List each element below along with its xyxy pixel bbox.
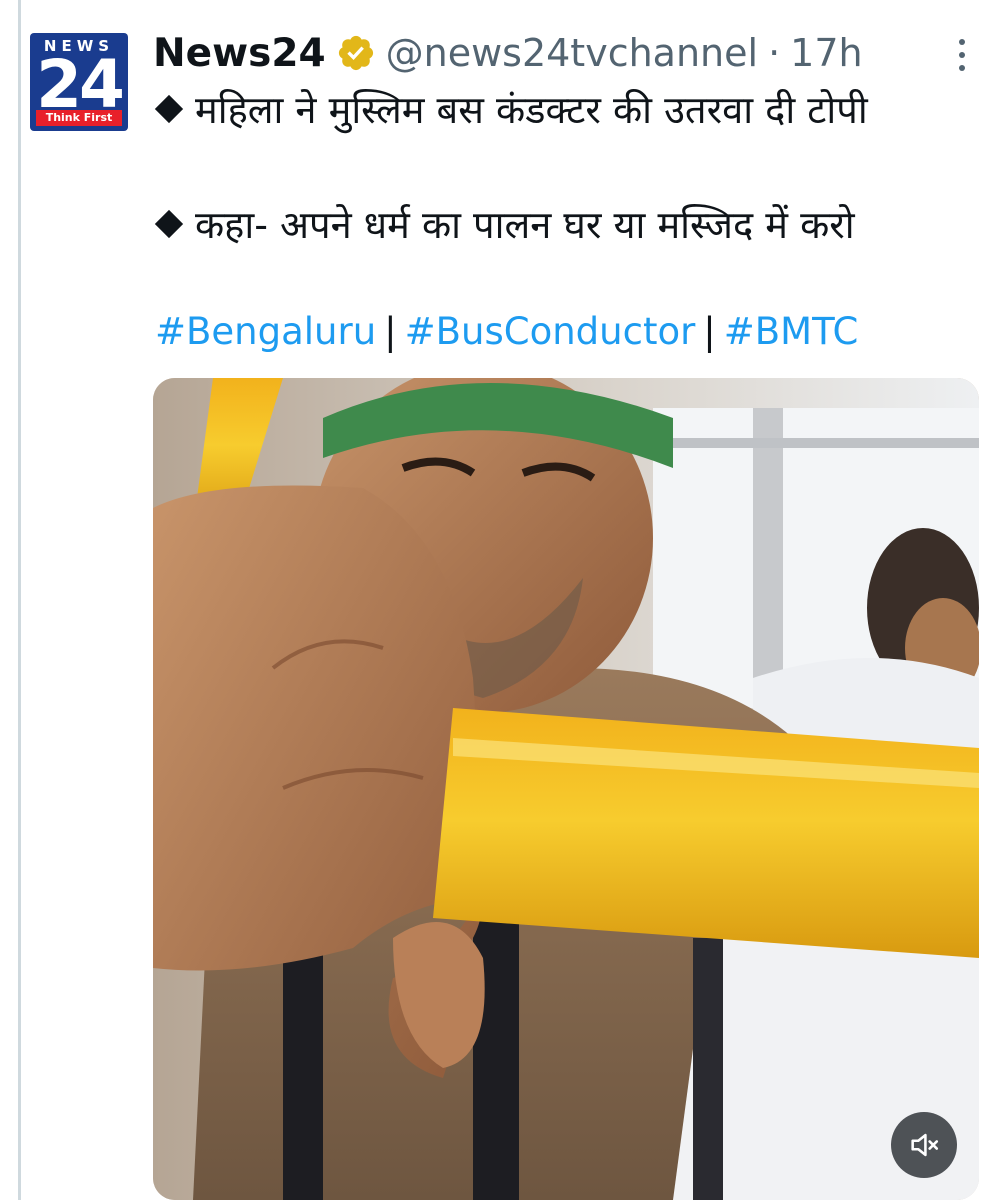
hashtag-separator: | <box>384 310 397 353</box>
tweet-line-2-text: कहा- अपने धर्म का पालन घर या मस्जिद में … <box>195 203 855 247</box>
more-options-icon[interactable] <box>942 30 982 80</box>
muted-speaker-icon[interactable] <box>891 1112 957 1178</box>
hashtag-link[interactable]: #BMTC <box>724 310 859 353</box>
hashtag-link[interactable]: #Bengaluru <box>155 310 376 353</box>
display-name[interactable]: News24 <box>153 31 326 76</box>
timestamp[interactable]: 17h <box>790 31 862 75</box>
tweet-header: News24 @news24tvchannel · 17h <box>153 25 863 81</box>
handle[interactable]: @news24tvchannel <box>386 31 758 75</box>
video-player[interactable] <box>153 378 979 1200</box>
hashtag-link[interactable]: #BusConductor <box>405 310 696 353</box>
tweet[interactable]: NEWS 24 Think First News24 @news24tvchan… <box>0 0 1007 1200</box>
tweet-text-line-2: कहा- अपने धर्म का पालन घर या मस्जिद में … <box>154 198 855 250</box>
more-dot <box>959 65 965 71</box>
diamond-bullet-icon <box>154 94 184 123</box>
tweet-line-1-text: महिला ने मुस्लिम बस कंडक्टर की उतरवा दी … <box>195 88 868 132</box>
video-frame <box>153 378 979 1200</box>
hashtag-separator: | <box>703 310 716 353</box>
avatar-tagline: Think First <box>36 110 122 126</box>
hashtag-row: #Bengaluru | #BusConductor | #BMTC <box>155 310 858 353</box>
tweet-text-line-1: महिला ने मुस्लिम बस कंडक्टर की उतरवा दी … <box>154 83 868 135</box>
more-dot <box>959 39 965 45</box>
diamond-bullet-icon <box>154 209 184 238</box>
speaker-muted-glyph <box>911 1133 939 1157</box>
thread-line <box>18 0 21 1200</box>
id-lanyard <box>693 938 723 1200</box>
more-dot <box>959 52 965 58</box>
window-frame <box>653 438 979 448</box>
header-separator: · <box>768 31 781 75</box>
id-lanyard <box>283 938 323 1200</box>
gold-verified-icon[interactable] <box>336 33 376 73</box>
avatar[interactable]: NEWS 24 Think First <box>30 33 128 131</box>
